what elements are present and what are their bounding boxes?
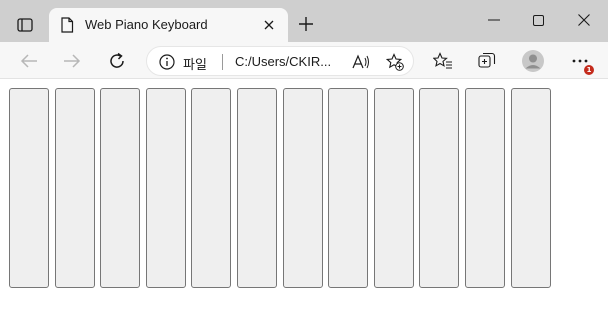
piano-key[interactable] (55, 88, 95, 288)
piano-key[interactable] (419, 88, 459, 288)
collections-icon (478, 52, 496, 68)
plus-icon (299, 17, 313, 31)
piano-key[interactable] (237, 88, 277, 288)
piano-key[interactable] (191, 88, 231, 288)
tab-actions-icon[interactable] (11, 13, 39, 37)
close-tab-icon[interactable] (261, 17, 277, 33)
more-icon (572, 59, 588, 63)
refresh-button[interactable] (103, 47, 131, 75)
file-scheme-label: 파일 (183, 58, 207, 73)
refresh-icon (110, 52, 124, 68)
page-icon (60, 17, 74, 33)
browser-toolbar: 파일 C:/Users/CKIR... 1 (0, 42, 608, 79)
piano-key[interactable] (465, 88, 505, 288)
minimize-icon (488, 19, 500, 21)
collections-button[interactable] (473, 47, 501, 75)
piano-key[interactable] (100, 88, 140, 288)
close-icon (578, 14, 590, 26)
favorites-icon (433, 52, 452, 69)
piano-key[interactable] (374, 88, 414, 288)
info-icon[interactable] (159, 54, 175, 70)
profile-icon (522, 50, 544, 72)
notification-badge: 1 (584, 65, 594, 75)
favorites-button[interactable] (429, 47, 457, 75)
forward-arrow-icon (64, 54, 81, 68)
read-aloud-icon[interactable] (351, 52, 371, 72)
piano-key[interactable] (511, 88, 551, 288)
piano-key[interactable] (9, 88, 49, 288)
profile-button[interactable] (519, 47, 547, 75)
forward-button[interactable] (58, 47, 86, 75)
page-content (0, 80, 608, 336)
piano-key[interactable] (328, 88, 368, 288)
piano-key[interactable] (146, 88, 186, 288)
maximize-icon (532, 14, 544, 26)
close-window-button[interactable] (566, 6, 602, 34)
add-favorite-icon[interactable] (385, 52, 405, 72)
minimize-button[interactable] (476, 6, 512, 34)
active-tab[interactable]: Web Piano Keyboard (49, 8, 288, 42)
back-button[interactable] (15, 47, 43, 75)
new-tab-button[interactable] (294, 12, 318, 36)
tab-title: Web Piano Keyboard (85, 17, 208, 32)
back-arrow-icon (20, 54, 37, 68)
address-divider (222, 54, 223, 70)
address-bar[interactable]: 파일 C:/Users/CKIR... (146, 46, 414, 76)
piano-key[interactable] (283, 88, 323, 288)
maximize-button[interactable] (520, 6, 556, 34)
tab-strip: Web Piano Keyboard (0, 0, 608, 42)
more-button[interactable]: 1 (566, 47, 594, 75)
url-text[interactable]: C:/Users/CKIR... (235, 54, 331, 69)
